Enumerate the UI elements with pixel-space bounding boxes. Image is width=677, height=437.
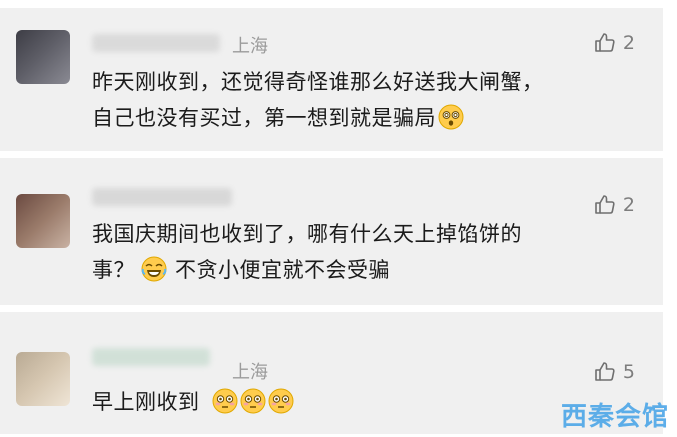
dizzy-face-emoji xyxy=(438,104,464,130)
location-label: 上海 xyxy=(232,362,268,383)
comment-text-fragment: 不贪小便宜就不会受骗 xyxy=(175,258,390,282)
like-button[interactable]: 2 xyxy=(593,192,635,218)
comment-text-fragment: 早上刚收到 xyxy=(92,390,200,414)
flushed-face-emoji xyxy=(240,388,265,414)
username-blurred xyxy=(92,188,232,206)
comment-text: 昨天刚收到，还觉得奇怪谁那么好送我大闸蟹， 自己也没有买过，第一想到就是骗局 xyxy=(92,64,652,136)
like-count: 5 xyxy=(622,361,635,383)
comment-card: 上海 2 昨天刚收到，还觉得奇怪谁那么好送我大闸蟹， 自己也没有买过，第一想到就… xyxy=(0,8,663,151)
comment-line: 自己也没有买过，第一想到就是骗局 xyxy=(92,100,652,136)
flushed-face-emoji xyxy=(268,388,293,414)
location-label: 上海 xyxy=(232,36,268,57)
thumbs-up-icon xyxy=(595,195,615,214)
comment-line: 我国庆期间也收到了，哪有什么天上掉馅饼的 xyxy=(92,222,522,246)
comment-line: 事？ 不贪小便宜就不会受骗 xyxy=(92,252,652,288)
like-count: 2 xyxy=(622,32,635,54)
thumbs-up-icon xyxy=(595,33,615,52)
like-button[interactable]: 2 xyxy=(593,30,635,56)
avatar[interactable] xyxy=(16,352,70,406)
username-blurred xyxy=(92,348,210,366)
avatar[interactable] xyxy=(16,194,70,248)
username-blurred xyxy=(92,34,220,52)
flushed-face-emoji xyxy=(212,388,237,414)
like-button[interactable]: 5 xyxy=(593,359,635,385)
comment-line: 昨天刚收到，还觉得奇怪谁那么好送我大闸蟹， xyxy=(92,70,544,94)
comment-card: 2 我国庆期间也收到了，哪有什么天上掉馅饼的 事？ 不贪小便宜就不会受骗 xyxy=(0,158,663,305)
comment-text: 我国庆期间也收到了，哪有什么天上掉馅饼的 事？ 不贪小便宜就不会受骗 xyxy=(92,216,652,288)
like-count: 2 xyxy=(622,194,635,216)
rolling-laughing-emoji xyxy=(141,256,167,282)
thumbs-up-icon xyxy=(595,362,615,381)
comment-text-fragment: 自己也没有买过，第一想到就是骗局 xyxy=(92,106,436,130)
comment-text-fragment: 事？ xyxy=(92,258,135,282)
avatar[interactable] xyxy=(16,30,70,84)
watermark-logo: 西秦会馆 xyxy=(560,402,669,432)
